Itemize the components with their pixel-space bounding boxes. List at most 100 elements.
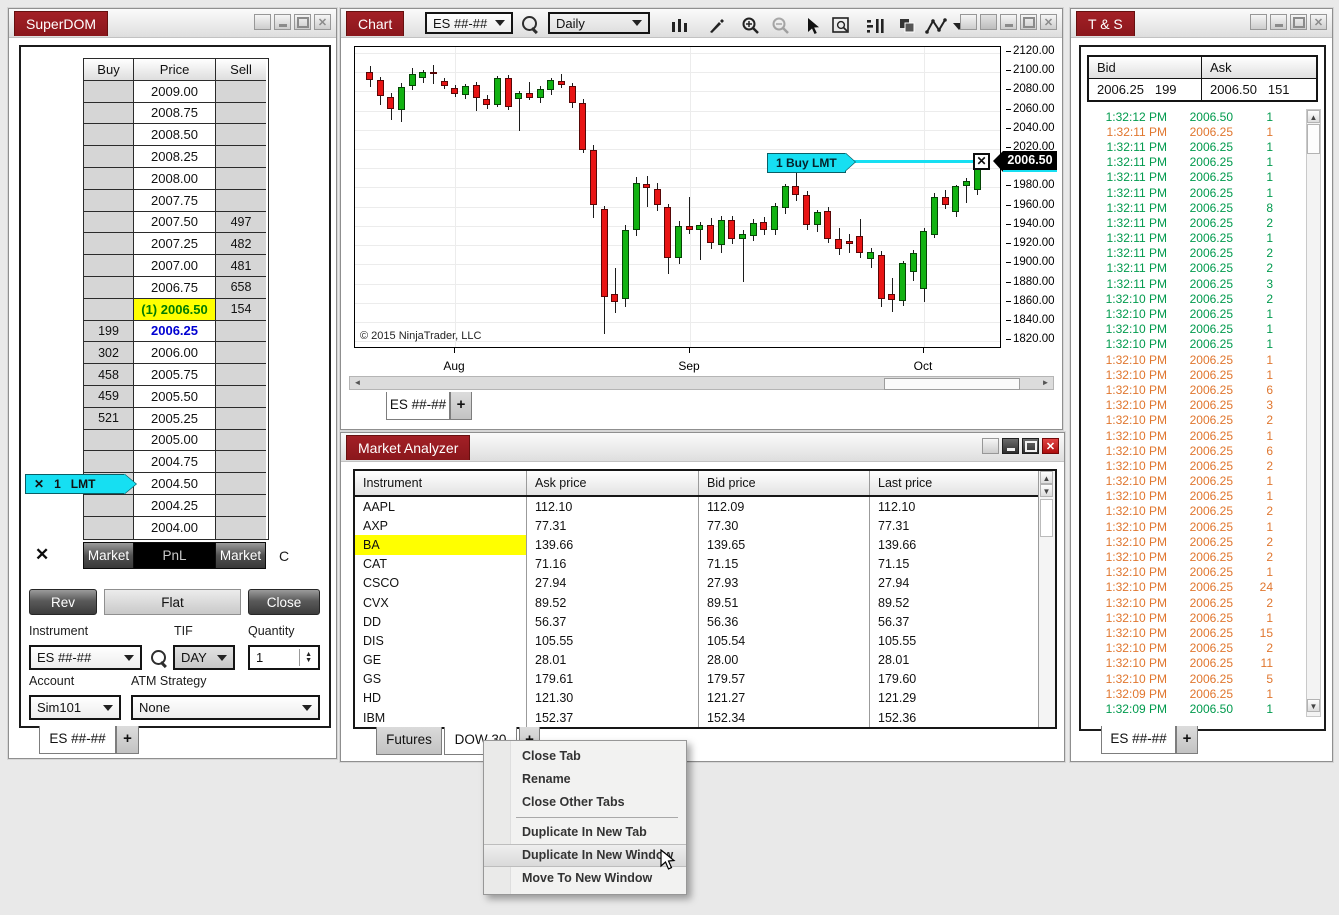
- close-icon[interactable]: ✕: [1040, 14, 1057, 30]
- menu-item-close-tab[interactable]: Close Tab: [484, 745, 686, 768]
- zoom-out-icon[interactable]: [767, 15, 793, 37]
- ma-row[interactable]: HD121.30121.27121.29: [355, 689, 1055, 708]
- ma-row[interactable]: DD56.3756.3656.37: [355, 612, 1055, 631]
- chart-interval-selector[interactable]: Daily: [548, 12, 650, 34]
- chart-titlebar[interactable]: Chart ES ##-## Daily ✕: [341, 9, 1062, 38]
- ladder-sell-cell[interactable]: [216, 451, 266, 473]
- ladder-sell-cell[interactable]: 497: [216, 212, 266, 234]
- ladder-sell-cell[interactable]: [216, 408, 266, 430]
- ladder-price-cell[interactable]: 2005.00: [134, 430, 216, 452]
- cancel-order-icon[interactable]: ✕: [34, 477, 44, 491]
- ma-row[interactable]: DIS105.55105.54105.55: [355, 631, 1055, 650]
- ladder-price-cell[interactable]: 2005.75: [134, 364, 216, 386]
- ma-column-header[interactable]: Last price: [870, 471, 1039, 495]
- ma-column-header[interactable]: Bid price: [699, 471, 870, 495]
- buy-market-button[interactable]: Market: [83, 542, 134, 569]
- chart-time-axis[interactable]: AugSepOct: [354, 347, 999, 375]
- ladder-sell-cell[interactable]: 482: [216, 233, 266, 255]
- ladder-buy-cell[interactable]: [84, 517, 134, 539]
- maximize-icon[interactable]: [1290, 14, 1307, 30]
- scroll-right-icon[interactable]: ►: [1039, 377, 1052, 389]
- ladder-sell-cell[interactable]: [216, 124, 266, 146]
- ladder-price-cell[interactable]: 2004.00: [134, 517, 216, 539]
- window-pin-button[interactable]: [980, 14, 997, 30]
- ma-column-header[interactable]: Ask price: [527, 471, 699, 495]
- ladder-price-cell[interactable]: 2008.00: [134, 168, 216, 190]
- ma-row[interactable]: GE28.0128.0028.01: [355, 651, 1055, 670]
- window-properties-button[interactable]: [1250, 14, 1267, 30]
- window-properties-button[interactable]: [960, 14, 977, 30]
- ladder-buy-cell[interactable]: [84, 124, 134, 146]
- minimize-icon[interactable]: [1270, 14, 1287, 30]
- ladder-buy-cell[interactable]: [84, 451, 134, 473]
- ladder-buy-cell[interactable]: [84, 103, 134, 125]
- scroll-up-icon[interactable]: ▲: [1307, 110, 1320, 123]
- maximize-icon[interactable]: [294, 14, 311, 30]
- indicators-icon[interactable]: [923, 15, 949, 37]
- ladder-sell-cell[interactable]: [216, 430, 266, 452]
- maximize-icon[interactable]: [1020, 14, 1037, 30]
- ladder-buy-cell[interactable]: 199: [84, 321, 134, 343]
- account-selector[interactable]: Sim101: [29, 695, 121, 720]
- atm-strategy-selector[interactable]: None: [131, 695, 320, 720]
- ladder-buy-cell[interactable]: [84, 299, 134, 321]
- menu-item-duplicate-in-new-window[interactable]: Duplicate In New Window: [484, 844, 686, 867]
- superdom-titlebar[interactable]: SuperDOM ✕: [9, 9, 336, 38]
- chart-style-icon[interactable]: [667, 15, 693, 37]
- window-properties-button[interactable]: [982, 438, 999, 454]
- ladder-price-cell[interactable]: 2005.50: [134, 386, 216, 408]
- ma-row[interactable]: GS179.61179.57179.60: [355, 670, 1055, 689]
- search-icon[interactable]: [522, 16, 537, 31]
- ladder-price-cell[interactable]: 2004.25: [134, 495, 216, 517]
- ma-row[interactable]: CAT71.1671.1571.15: [355, 555, 1055, 574]
- chart-price-axis[interactable]: 2120.002100.002080.002060.002040.002020.…: [1005, 46, 1061, 346]
- ladder-sell-cell[interactable]: [216, 168, 266, 190]
- scroll-down-icon[interactable]: ▼: [1307, 699, 1320, 712]
- buy-limit-order-label[interactable]: 1 Buy LMT: [767, 153, 846, 173]
- ladder-buy-cell[interactable]: [84, 81, 134, 103]
- scroll-left-icon[interactable]: ◄: [351, 377, 364, 389]
- ladder-price-cell[interactable]: 2006.75: [134, 277, 216, 299]
- bring-to-front-icon[interactable]: [895, 15, 921, 37]
- ladder-sell-cell[interactable]: 154: [216, 299, 266, 321]
- ma-row[interactable]: IBM152.37152.34152.36: [355, 708, 1055, 727]
- ladder-price-cell[interactable]: 2008.50: [134, 124, 216, 146]
- market-depth-icon[interactable]: [863, 15, 889, 37]
- ladder-buy-cell[interactable]: [84, 190, 134, 212]
- scrollbar-thumb[interactable]: [1040, 499, 1053, 537]
- search-icon[interactable]: [151, 650, 166, 665]
- ladder-sell-cell[interactable]: [216, 386, 266, 408]
- data-box-icon[interactable]: [829, 15, 855, 37]
- market-analyzer-titlebar[interactable]: Market Analyzer ✕: [341, 433, 1064, 462]
- ladder-sell-cell[interactable]: [216, 495, 266, 517]
- tns-v-scrollbar[interactable]: ▲ ▼: [1306, 109, 1321, 717]
- ma-tab-futures[interactable]: Futures: [376, 727, 442, 755]
- cursor-icon[interactable]: [800, 15, 826, 37]
- ladder-sell-cell[interactable]: [216, 473, 266, 495]
- ma-row[interactable]: AXP77.3177.3077.31: [355, 516, 1055, 535]
- superdom-add-tab-button[interactable]: +: [116, 726, 139, 754]
- ladder-buy-cell[interactable]: [84, 255, 134, 277]
- tns-titlebar[interactable]: T & S ✕: [1071, 9, 1332, 38]
- scroll-up-icon[interactable]: ▲: [1040, 471, 1053, 484]
- cancel-order-icon[interactable]: ✕: [973, 153, 990, 170]
- ladder-price-cell[interactable]: 2004.50: [134, 473, 216, 495]
- tns-add-tab-button[interactable]: +: [1176, 726, 1198, 754]
- ladder-price-cell[interactable]: 2007.00: [134, 255, 216, 277]
- ladder-sell-cell[interactable]: 481: [216, 255, 266, 277]
- quantity-stepper[interactable]: 1▲▼: [248, 645, 320, 670]
- ladder-price-cell[interactable]: 2008.75: [134, 103, 216, 125]
- chart-add-tab-button[interactable]: +: [450, 392, 472, 420]
- ladder-buy-cell[interactable]: 458: [84, 364, 134, 386]
- ladder-price-cell[interactable]: 2006.00: [134, 342, 216, 364]
- scrollbar-thumb[interactable]: [1307, 124, 1320, 154]
- ladder-buy-cell[interactable]: 459: [84, 386, 134, 408]
- cancel-all-icon[interactable]: ✕: [35, 545, 49, 565]
- ladder-sell-cell[interactable]: [216, 146, 266, 168]
- drawing-tools-icon[interactable]: [703, 15, 729, 37]
- minimize-icon[interactable]: [274, 14, 291, 30]
- close-icon[interactable]: ✕: [314, 14, 331, 30]
- window-properties-button[interactable]: [254, 14, 271, 30]
- ladder-price-cell[interactable]: 2009.00: [134, 81, 216, 103]
- reverse-button[interactable]: Rev: [29, 589, 97, 615]
